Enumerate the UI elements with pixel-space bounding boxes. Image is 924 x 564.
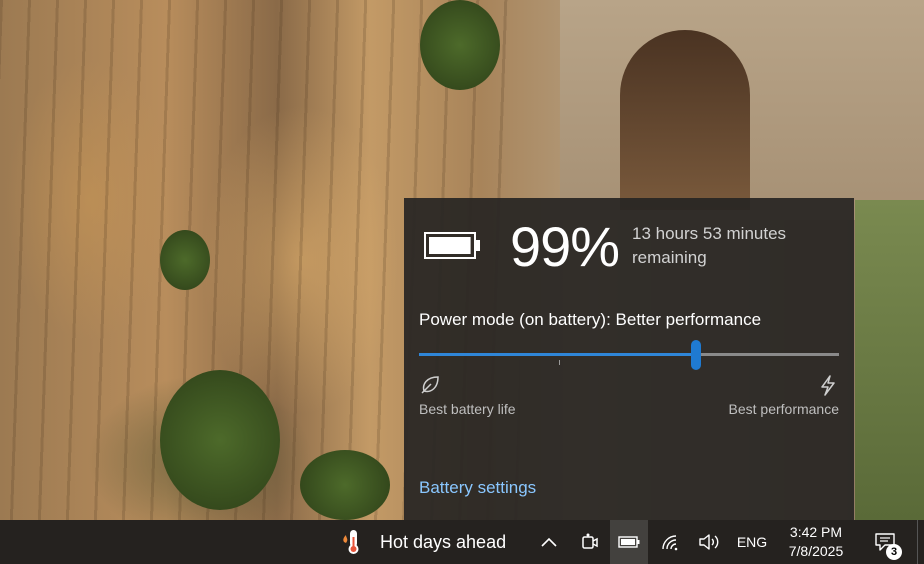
- power-mode-label: Power mode (on battery): Better performa…: [419, 310, 762, 329]
- leaf-icon: [421, 376, 439, 394]
- battery-fill: [429, 237, 471, 254]
- time-remaining: 13 hours 53 minutes remaining: [632, 224, 787, 267]
- language-indicator: ENG: [736, 534, 768, 550]
- notification-count-badge: 3: [886, 544, 902, 560]
- wallpaper-bush: [160, 370, 280, 510]
- meet-now-icon: [582, 533, 598, 549]
- power-mode-slider[interactable]: [419, 340, 839, 370]
- thermometer-icon: [343, 530, 359, 554]
- lightning-bolt-icon: [821, 375, 835, 396]
- slider-tick: [559, 360, 560, 365]
- battery-flyout: 99% 13 hours 53 minutes remaining Power …: [404, 198, 854, 520]
- best-battery-life-caption: Best battery life: [419, 401, 516, 417]
- wallpaper-bush: [420, 0, 500, 90]
- chevron-up-icon: [541, 537, 557, 547]
- volume-icon: [699, 534, 719, 550]
- best-performance-caption: Best performance: [728, 401, 840, 417]
- meet-now-button[interactable]: [575, 520, 605, 564]
- show-hidden-icons-button[interactable]: [535, 520, 563, 564]
- action-center-button[interactable]: 3: [866, 520, 906, 564]
- clock-date: 7/8/2025: [788, 543, 844, 559]
- clock[interactable]: 3:42 PM 7/8/2025: [774, 520, 858, 564]
- volume-button[interactable]: [694, 520, 724, 564]
- battery-percent: 99%: [510, 215, 620, 278]
- wallpaper-bush: [160, 230, 210, 290]
- wallpaper-vegetation: [855, 200, 924, 520]
- weather-widget[interactable]: Hot days ahead: [340, 520, 506, 564]
- slider-fill: [419, 353, 696, 356]
- battery-icon: [618, 536, 640, 548]
- wallpaper-arch: [620, 30, 750, 210]
- weather-text: Hot days ahead: [380, 531, 507, 552]
- slider-thumb[interactable]: [691, 340, 701, 370]
- wallpaper-bush: [300, 450, 390, 520]
- input-language-button[interactable]: ENG: [730, 520, 774, 564]
- wifi-icon: [662, 535, 678, 551]
- clock-time: 3:42 PM: [789, 524, 843, 540]
- battery-icon: [424, 232, 480, 259]
- show-desktop-button[interactable]: [917, 520, 924, 564]
- battery-settings-link[interactable]: Battery settings: [419, 478, 536, 498]
- battery-tray-button[interactable]: [610, 520, 648, 564]
- network-button[interactable]: [656, 520, 684, 564]
- taskbar: Hot days ahead ENG 3:42 PM 7/8/2025 3: [0, 520, 924, 564]
